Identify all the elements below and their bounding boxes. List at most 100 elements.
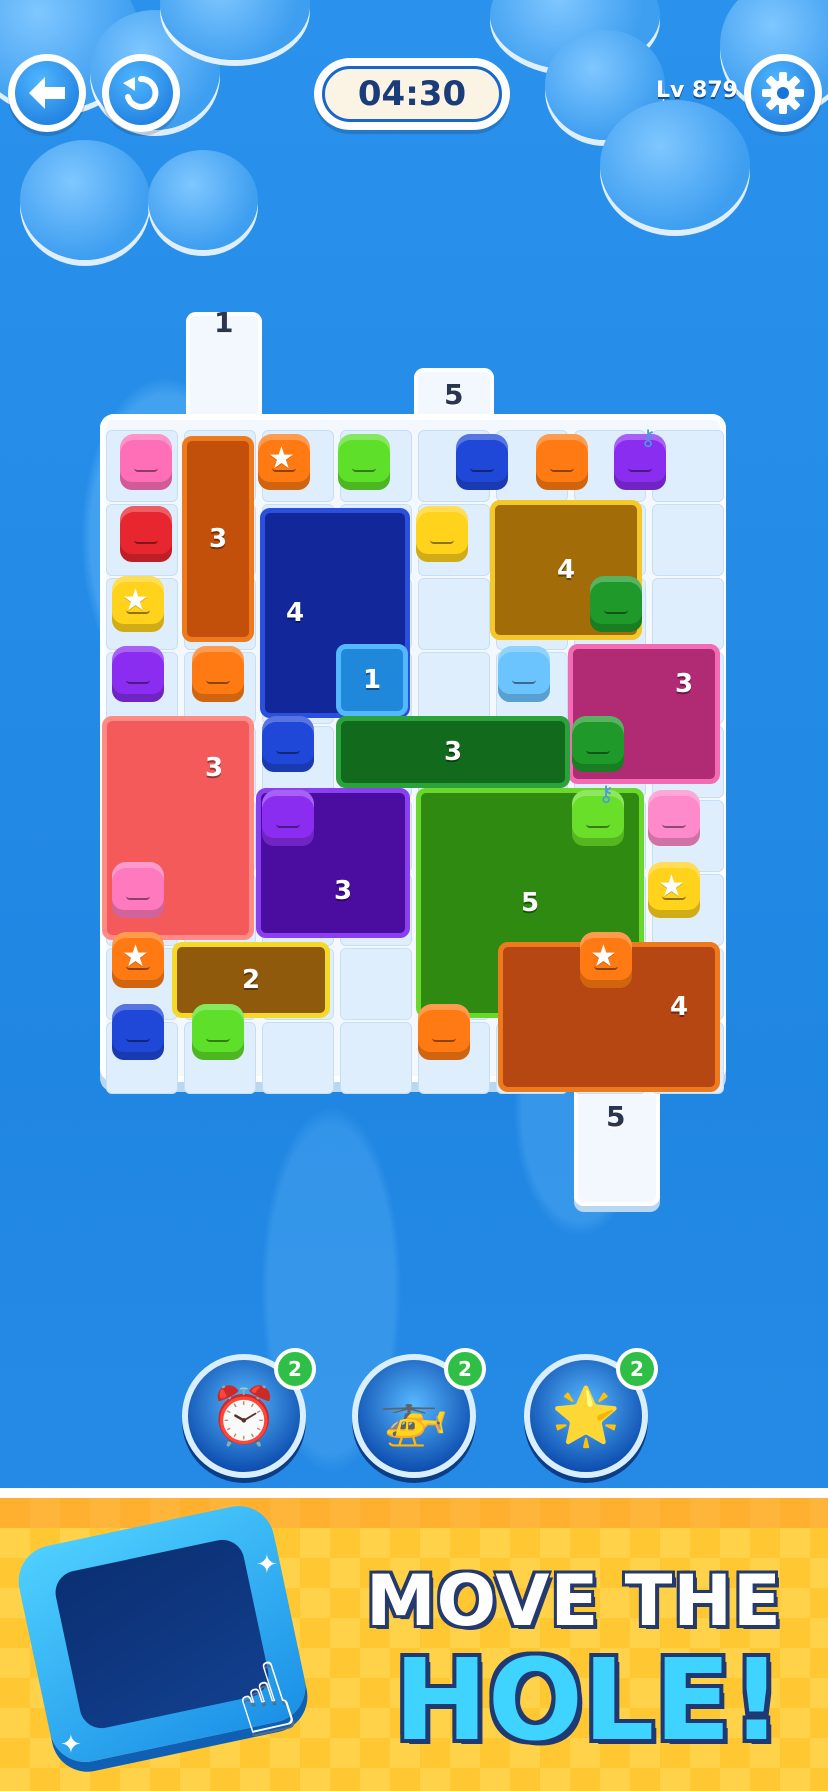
blob-block[interactable] bbox=[262, 716, 314, 772]
hole-label: 1 bbox=[362, 665, 382, 695]
blob-block[interactable]: ★ bbox=[580, 932, 632, 988]
hole-label: 2 bbox=[241, 965, 261, 995]
star-icon: ★ bbox=[122, 583, 149, 618]
hole-label: 3 bbox=[674, 669, 694, 699]
blob-eyes bbox=[126, 1038, 150, 1042]
key-icon: ⚷ bbox=[598, 782, 615, 807]
board-cell bbox=[652, 578, 724, 650]
settings-button[interactable] bbox=[744, 54, 822, 132]
undo-icon bbox=[109, 61, 173, 125]
blob-block[interactable]: ★ bbox=[112, 932, 164, 988]
blob-eyes bbox=[470, 468, 494, 472]
blob-eyes bbox=[206, 1038, 230, 1042]
blob-block[interactable]: ⚷ bbox=[614, 426, 666, 490]
star-icon: ★ bbox=[658, 869, 685, 904]
hole-label: 4 bbox=[556, 555, 576, 585]
game-board: 3 4 4 1 3 3 3 3 5 2 4 ★ ⚷ ★ ⚷ ★ ★ ★ bbox=[100, 414, 726, 1094]
booster-count-badge: 2 bbox=[274, 1348, 316, 1390]
hole-label: 3 bbox=[333, 876, 353, 906]
banner-title-line1: MOVE THE bbox=[366, 1560, 782, 1642]
cloud bbox=[148, 150, 258, 250]
blob-block[interactable]: ⚷ bbox=[572, 782, 624, 846]
blob-block[interactable]: ★ bbox=[258, 434, 310, 490]
timer: 04:30 bbox=[314, 58, 510, 130]
sparkle-icon: ✦ bbox=[256, 1550, 278, 1580]
cloud bbox=[20, 140, 150, 260]
hole-label: 5 bbox=[520, 888, 540, 918]
blob-block[interactable] bbox=[192, 646, 244, 702]
hole-lightblue-1[interactable]: 1 bbox=[336, 644, 408, 716]
magic-star-blob-icon: 🌟 bbox=[551, 1384, 621, 1449]
blob-eyes bbox=[276, 750, 300, 754]
exit-gate-top-left: 1 bbox=[186, 306, 262, 422]
blob-block[interactable] bbox=[456, 434, 508, 490]
blob-block[interactable] bbox=[418, 1004, 470, 1060]
blob-eyes bbox=[586, 750, 610, 754]
blob-eyes bbox=[586, 824, 610, 828]
board-cell bbox=[652, 504, 724, 576]
star-icon: ★ bbox=[268, 441, 295, 476]
booster-count-badge: 2 bbox=[444, 1348, 486, 1390]
blob-block[interactable] bbox=[498, 646, 550, 702]
hole-orange-3[interactable]: 3 bbox=[182, 436, 254, 642]
cloud bbox=[600, 100, 750, 230]
blob-eyes bbox=[604, 610, 628, 614]
gate-count: 5 bbox=[606, 1100, 626, 1133]
back-button[interactable] bbox=[8, 54, 86, 132]
gear-icon bbox=[751, 61, 815, 125]
star-icon: ★ bbox=[590, 939, 617, 974]
blob-block[interactable] bbox=[120, 506, 172, 562]
hole-label: 4 bbox=[285, 598, 305, 628]
helicopter-blob-icon: 🚁 bbox=[379, 1384, 449, 1449]
blob-block[interactable] bbox=[590, 576, 642, 632]
blob-block[interactable] bbox=[536, 434, 588, 490]
hole-label: 3 bbox=[443, 737, 463, 767]
blob-block[interactable] bbox=[112, 1004, 164, 1060]
board-cell bbox=[340, 1022, 412, 1094]
blob-eyes bbox=[352, 468, 376, 472]
hole-label: 3 bbox=[208, 524, 228, 554]
blob-eyes bbox=[276, 824, 300, 828]
gate-count: 5 bbox=[444, 378, 464, 411]
hole-label: 3 bbox=[204, 753, 224, 783]
key-icon: ⚷ bbox=[640, 426, 657, 451]
blob-eyes bbox=[430, 540, 454, 544]
hole-label: 4 bbox=[669, 992, 689, 1022]
blob-eyes bbox=[512, 680, 536, 684]
gate-count: 1 bbox=[214, 306, 234, 339]
blob-eyes bbox=[134, 468, 158, 472]
blob-block[interactable]: ★ bbox=[112, 576, 164, 632]
timer-value: 04:30 bbox=[322, 66, 502, 122]
blob-eyes bbox=[134, 540, 158, 544]
blob-block[interactable] bbox=[648, 790, 700, 846]
booster-count-badge: 2 bbox=[616, 1348, 658, 1390]
blob-block[interactable] bbox=[262, 790, 314, 846]
board-cell bbox=[418, 652, 490, 724]
blob-block[interactable] bbox=[416, 506, 468, 562]
blob-block[interactable] bbox=[112, 862, 164, 918]
blob-eyes bbox=[550, 468, 574, 472]
blob-block[interactable] bbox=[338, 434, 390, 490]
board-cell bbox=[262, 1022, 334, 1094]
blob-block[interactable] bbox=[120, 434, 172, 490]
blob-eyes bbox=[662, 824, 686, 828]
blob-eyes bbox=[206, 680, 230, 684]
helicopter-booster[interactable]: 🚁 2 bbox=[352, 1348, 486, 1478]
level-label: Lv 879 bbox=[656, 78, 738, 103]
hole-green-3[interactable]: 3 bbox=[336, 716, 570, 788]
blob-eyes bbox=[432, 1038, 456, 1042]
magic-booster[interactable]: 🌟 2 bbox=[524, 1348, 658, 1478]
time-freeze-booster[interactable]: ⏰ 2 bbox=[182, 1348, 316, 1478]
blob-eyes bbox=[126, 680, 150, 684]
star-icon: ★ bbox=[122, 939, 149, 974]
blob-block[interactable] bbox=[112, 646, 164, 702]
blob-block[interactable] bbox=[572, 716, 624, 772]
blob-eyes bbox=[126, 896, 150, 900]
blob-block[interactable] bbox=[192, 1004, 244, 1060]
board-cell bbox=[340, 948, 412, 1020]
blob-eyes bbox=[628, 468, 652, 472]
banner-stripe bbox=[0, 1498, 828, 1528]
undo-button[interactable] bbox=[102, 54, 180, 132]
blob-block[interactable]: ★ bbox=[648, 862, 700, 918]
banner-title-line2: HOLE! bbox=[394, 1636, 782, 1766]
